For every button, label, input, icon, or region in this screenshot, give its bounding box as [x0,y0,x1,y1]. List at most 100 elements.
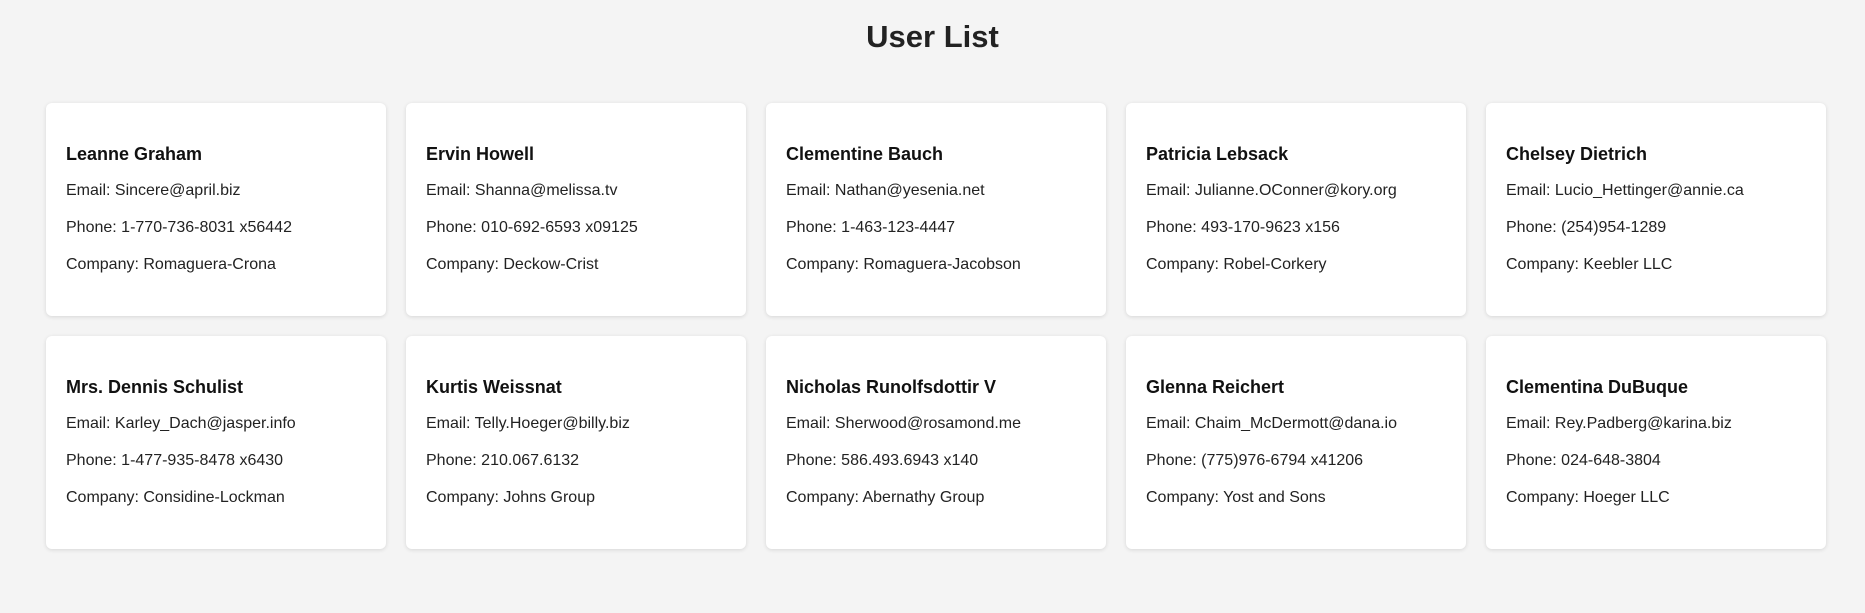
email-label: Email: [1146,182,1191,199]
user-grid: Leanne Graham Email: Sincere@april.biz P… [46,103,1826,549]
company-label: Company: [1506,256,1579,273]
user-company: Robel-Corkery [1223,256,1327,273]
user-phone: (775)976-6794 x41206 [1201,452,1364,469]
user-email-line: Email: Lucio_Hettinger@annie.ca [1506,180,1806,202]
user-name: Kurtis Weissnat [426,377,562,397]
user-company: Hoeger LLC [1583,489,1670,506]
user-phone-line: Phone: (254)954-1289 [1506,217,1806,239]
user-name: Patricia Lebsack [1146,144,1289,164]
user-card: Ervin Howell Email: Shanna@melissa.tv Ph… [406,103,746,316]
user-phone: 493-170-9623 x156 [1201,219,1340,236]
email-label: Email: [1146,415,1191,432]
user-company-line: Company: Johns Group [426,487,726,509]
phone-label: Phone: [426,452,477,469]
user-company-line: Company: Abernathy Group [786,487,1086,509]
phone-label: Phone: [426,219,477,236]
user-email-line: Email: Sherwood@rosamond.me [786,413,1086,435]
company-label: Company: [786,256,859,273]
user-card: Chelsey Dietrich Email: Lucio_Hettinger@… [1486,103,1826,316]
user-phone-line: Phone: 493-170-9623 x156 [1146,217,1446,239]
user-company: Abernathy Group [862,489,985,506]
user-phone: 210.067.6132 [481,452,580,469]
phone-label: Phone: [66,219,117,236]
user-email-line: Email: Nathan@yesenia.net [786,180,1086,202]
email-label: Email: [1506,415,1551,432]
company-label: Company: [426,256,499,273]
user-phone-line: Phone: 1-463-123-4447 [786,217,1086,239]
email-label: Email: [426,182,471,199]
user-card: Clementine Bauch Email: Nathan@yesenia.n… [766,103,1106,316]
user-company-line: Company: Considine-Lockman [66,487,366,509]
user-company-line: Company: Hoeger LLC [1506,487,1806,509]
user-phone-line: Phone: (775)976-6794 x41206 [1146,450,1446,472]
page-title: User List [866,19,999,54]
user-company-line: Company: Yost and Sons [1146,487,1446,509]
email-label: Email: [786,415,831,432]
user-phone-line: Phone: 024-648-3804 [1506,450,1806,472]
user-name: Clementine Bauch [786,144,944,164]
user-email: Shanna@melissa.tv [474,182,618,199]
user-email-line: Email: Chaim_McDermott@dana.io [1146,413,1446,435]
user-card: Nicholas Runolfsdottir V Email: Sherwood… [766,336,1106,549]
user-company: Johns Group [503,489,595,506]
user-phone: 1-477-935-8478 x6430 [121,452,284,469]
user-name: Mrs. Dennis Schulist [66,377,244,397]
phone-label: Phone: [786,219,837,236]
email-label: Email: [66,182,111,199]
phone-label: Phone: [66,452,117,469]
user-name: Nicholas Runolfsdottir V [786,377,997,397]
user-phone: 010-692-6593 x09125 [481,219,638,236]
company-label: Company: [1146,489,1219,506]
company-label: Company: [66,256,139,273]
email-label: Email: [786,182,831,199]
user-name: Glenna Reichert [1146,377,1285,397]
user-email-line: Email: Julianne.OConner@kory.org [1146,180,1446,202]
user-company: Romaguera-Jacobson [863,256,1021,273]
user-phone-line: Phone: 586.493.6943 x140 [786,450,1086,472]
user-email: Chaim_McDermott@dana.io [1194,415,1397,432]
company-label: Company: [66,489,139,506]
user-name: Ervin Howell [426,144,535,164]
user-email: Rey.Padberg@karina.biz [1554,415,1732,432]
phone-label: Phone: [1146,219,1197,236]
user-phone: 024-648-3804 [1561,452,1661,469]
user-card: Clementina DuBuque Email: Rey.Padberg@ka… [1486,336,1826,549]
user-email: Julianne.OConner@kory.org [1194,182,1397,199]
user-card: Patricia Lebsack Email: Julianne.OConner… [1126,103,1466,316]
company-label: Company: [1506,489,1579,506]
user-email: Karley_Dach@jasper.info [114,415,296,432]
user-email-line: Email: Karley_Dach@jasper.info [66,413,366,435]
user-phone-line: Phone: 210.067.6132 [426,450,726,472]
user-company: Considine-Lockman [143,489,285,506]
user-phone: 1-463-123-4447 [841,219,956,236]
user-company: Romaguera-Crona [143,256,276,273]
user-name: Leanne Graham [66,144,203,164]
user-email: Nathan@yesenia.net [834,182,985,199]
company-label: Company: [786,489,859,506]
user-card: Glenna Reichert Email: Chaim_McDermott@d… [1126,336,1466,549]
user-company: Deckow-Crist [503,256,599,273]
company-label: Company: [1146,256,1219,273]
user-name: Chelsey Dietrich [1506,144,1648,164]
email-label: Email: [66,415,111,432]
phone-label: Phone: [1506,452,1557,469]
user-phone: (254)954-1289 [1561,219,1667,236]
user-email: Telly.Hoeger@billy.biz [474,415,630,432]
user-email: Lucio_Hettinger@annie.ca [1554,182,1744,199]
phone-label: Phone: [786,452,837,469]
user-company-line: Company: Romaguera-Jacobson [786,254,1086,276]
user-email: Sherwood@rosamond.me [834,415,1022,432]
user-email-line: Email: Shanna@melissa.tv [426,180,726,202]
user-phone: 1-770-736-8031 x56442 [121,219,292,236]
user-email: Sincere@april.biz [114,182,241,199]
email-label: Email: [1506,182,1551,199]
phone-label: Phone: [1506,219,1557,236]
user-email-line: Email: Sincere@april.biz [66,180,366,202]
user-name: Clementina DuBuque [1506,377,1689,397]
phone-label: Phone: [1146,452,1197,469]
user-email-line: Email: Rey.Padberg@karina.biz [1506,413,1806,435]
user-phone-line: Phone: 1-770-736-8031 x56442 [66,217,366,239]
company-label: Company: [426,489,499,506]
user-phone: 586.493.6943 x140 [841,452,979,469]
user-company-line: Company: Deckow-Crist [426,254,726,276]
